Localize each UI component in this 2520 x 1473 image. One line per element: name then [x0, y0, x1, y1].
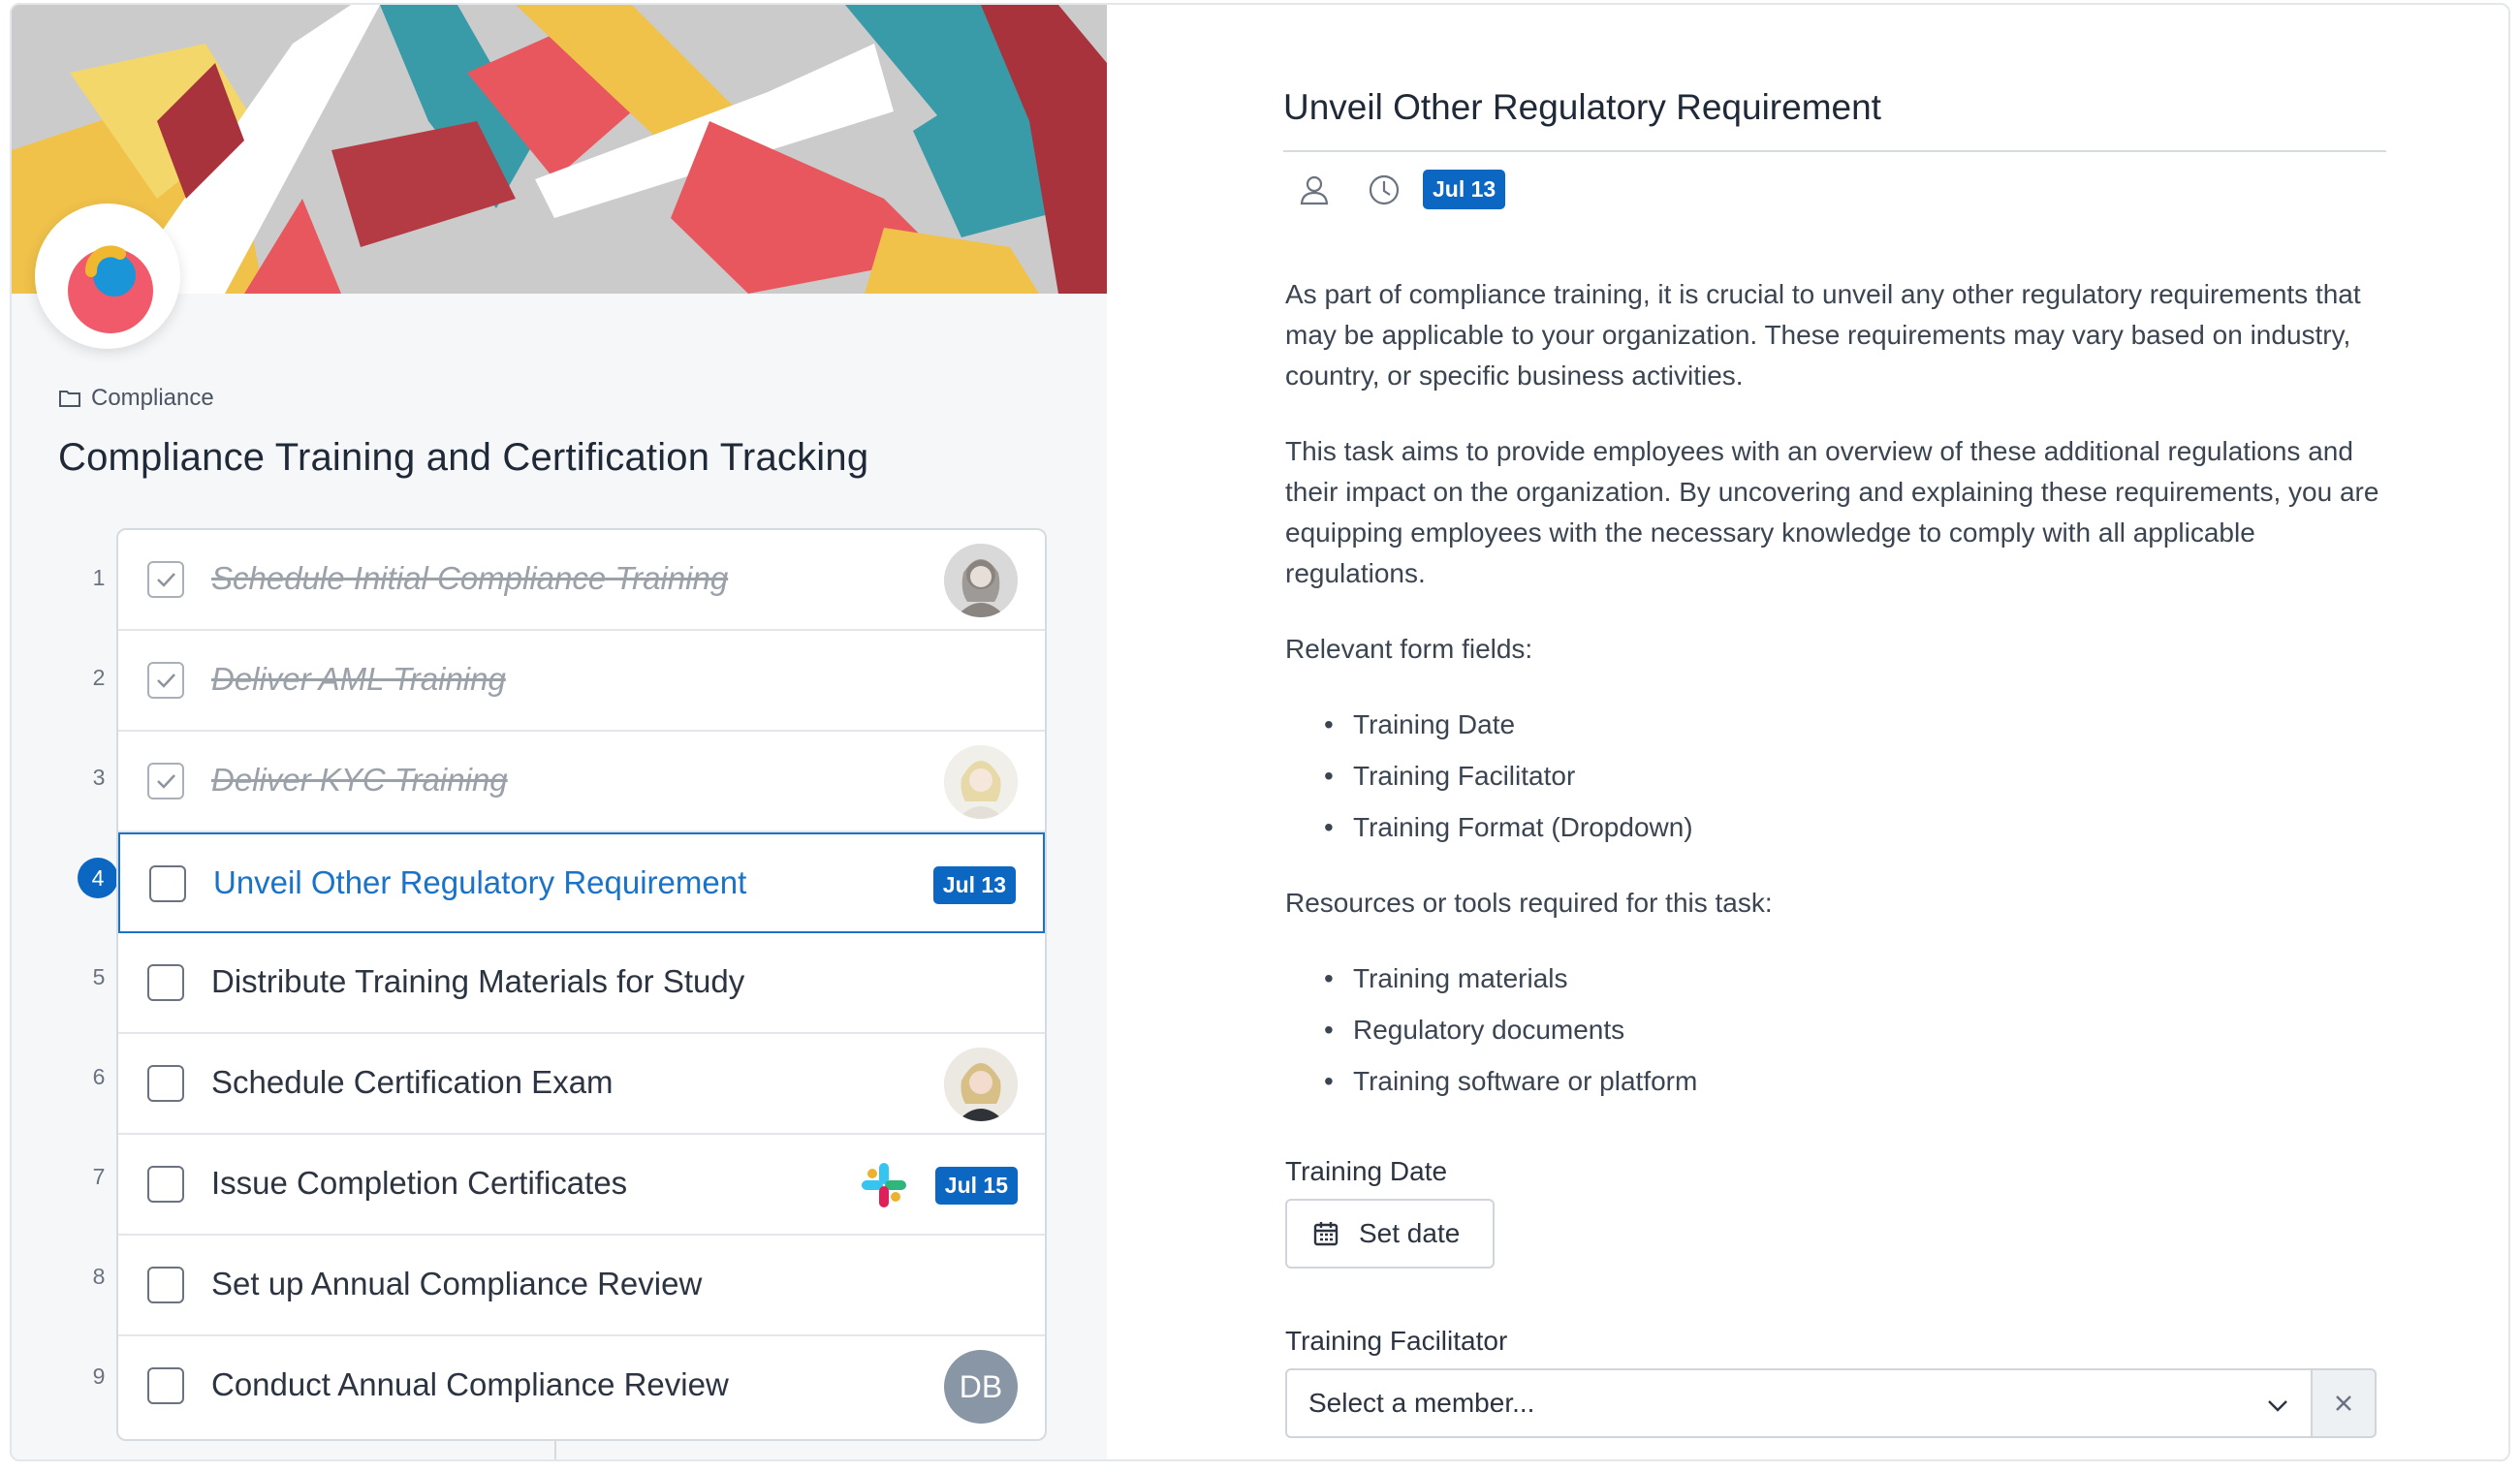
task-checkbox[interactable] [147, 1267, 184, 1303]
project-logo [35, 204, 180, 349]
task-checkbox[interactable] [147, 964, 184, 1001]
task-list-panel: Compliance Compliance Training and Certi… [12, 5, 1107, 1459]
close-icon [2336, 1395, 2351, 1411]
task-label: Set up Annual Compliance Review [211, 1266, 703, 1301]
task-row[interactable]: Conduct Annual Compliance Review DB [118, 1336, 1045, 1437]
row-number: 7 [92, 1164, 106, 1189]
task-label: Schedule Initial Compliance Training [211, 560, 729, 596]
task-checkbox[interactable] [147, 1166, 184, 1203]
clock-icon[interactable] [1367, 172, 1402, 207]
breadcrumb-folder[interactable]: Compliance [58, 385, 214, 412]
task-detail-title: Unveil Other Regulatory Requirement [1283, 87, 1881, 127]
task-label: Deliver KYC Training [211, 762, 508, 798]
task-checkbox[interactable] [147, 662, 184, 699]
task-description: As part of compliance training, it is cr… [1285, 274, 2390, 1137]
task-label: Schedule Certification Exam [211, 1064, 614, 1100]
list-item: Training software or platform [1324, 1061, 2390, 1102]
task-row[interactable]: Set up Annual Compliance Review [118, 1236, 1045, 1336]
row-number: 9 [92, 1363, 106, 1389]
task-detail-panel: Unveil Other Regulatory Requirement Jul … [1107, 5, 2508, 1459]
task-row[interactable]: Schedule Initial Compliance Training [118, 530, 1045, 631]
task-label: Distribute Training Materials for Study [211, 963, 745, 999]
assignee-avatar[interactable] [944, 745, 1018, 819]
form-fields-heading: Relevant form fields: [1285, 634, 1533, 664]
row-number-active: 4 [78, 858, 118, 898]
chevron-down-icon [2268, 1400, 2287, 1412]
clear-selection-button[interactable] [2313, 1368, 2377, 1438]
set-date-label: Set date [1359, 1218, 1461, 1248]
folder-label: Compliance [91, 385, 214, 411]
form-fields-list: Training Date Training Facilitator Train… [1324, 705, 2390, 848]
facilitator-select[interactable]: Select a member... [1285, 1368, 2313, 1438]
divider [554, 1439, 556, 1459]
row-number: 3 [92, 765, 106, 790]
task-row[interactable]: Schedule Certification Exam [118, 1034, 1045, 1135]
due-date-badge: Jul 13 [932, 865, 1016, 904]
row-number: 6 [92, 1064, 106, 1089]
training-facilitator-label: Training Facilitator [1285, 1326, 1508, 1356]
task-checkbox[interactable] [149, 865, 186, 902]
due-date-badge[interactable]: Jul 13 [1423, 170, 1506, 209]
row-number: 1 [92, 565, 106, 590]
facilitator-placeholder: Select a member... [1308, 1388, 1535, 1418]
folder-icon [59, 391, 80, 407]
due-date-badge: Jul 15 [934, 1166, 1018, 1205]
list-item: Training Facilitator [1324, 756, 2390, 797]
task-checkbox[interactable] [147, 1065, 184, 1102]
slack-icon [861, 1163, 906, 1207]
assignee-avatar[interactable] [944, 1048, 1018, 1121]
assignee-avatar[interactable] [944, 544, 1018, 617]
task-row-active[interactable]: Unveil Other Regulatory Requirement Jul … [118, 832, 1045, 933]
row-number: 8 [92, 1264, 106, 1289]
resources-heading: Resources or tools required for this tas… [1285, 888, 1773, 918]
assignee-icon[interactable] [1297, 172, 1332, 207]
check-icon [157, 774, 175, 789]
task-row[interactable]: Distribute Training Materials for Study [118, 933, 1045, 1034]
set-date-button[interactable]: Set date [1285, 1199, 1495, 1269]
task-checkbox[interactable] [147, 1367, 184, 1404]
row-number: 2 [92, 665, 106, 690]
task-label: Conduct Annual Compliance Review [211, 1366, 729, 1402]
resources-list: Training materials Regulatory documents … [1324, 958, 2390, 1102]
check-icon [157, 573, 175, 587]
check-icon [157, 674, 175, 688]
task-row[interactable]: Issue Completion Certificates Jul 15 [118, 1135, 1045, 1236]
list-item: Regulatory documents [1324, 1010, 2390, 1050]
calendar-icon [1313, 1222, 1339, 1246]
list-item: Training Format (Dropdown) [1324, 807, 2390, 848]
task-row[interactable]: Deliver KYC Training [118, 732, 1045, 832]
task-meta: Jul 13 [1297, 170, 1506, 209]
task-checkbox[interactable] [147, 561, 184, 598]
divider [1283, 150, 2386, 152]
description-paragraph: As part of compliance training, it is cr… [1285, 279, 2361, 391]
task-row[interactable]: Deliver AML Training [118, 631, 1045, 732]
training-date-label: Training Date [1285, 1156, 1448, 1186]
task-label: Unveil Other Regulatory Requirement [213, 864, 747, 900]
description-paragraph: This task aims to provide employees with… [1285, 436, 2379, 588]
app-frame: Compliance Compliance Training and Certi… [10, 3, 2510, 1461]
task-label: Deliver AML Training [211, 661, 506, 697]
list-item: Training materials [1324, 958, 2390, 999]
list-item: Training Date [1324, 705, 2390, 745]
task-list: Schedule Initial Compliance Training Del… [116, 528, 1047, 1441]
task-checkbox[interactable] [147, 763, 184, 799]
row-number: 5 [92, 964, 106, 989]
assignee-avatar-initials[interactable]: DB [944, 1350, 1018, 1424]
project-title: Compliance Training and Certification Tr… [58, 436, 869, 479]
task-label: Issue Completion Certificates [211, 1165, 628, 1201]
